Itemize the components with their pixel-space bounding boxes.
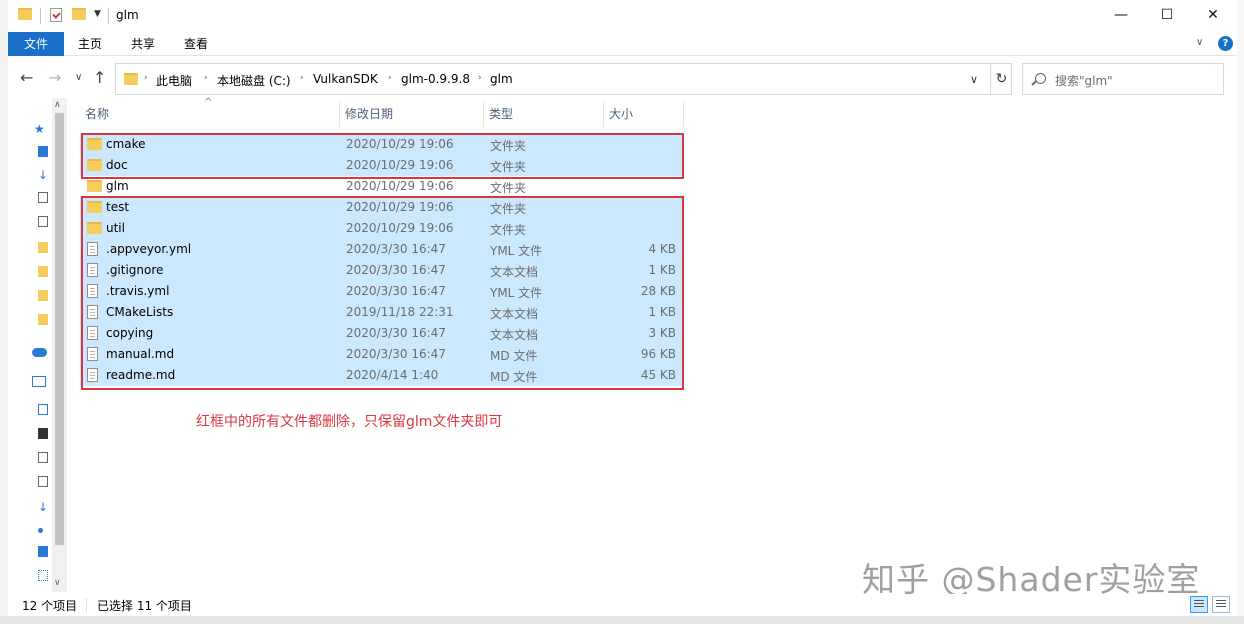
- refresh-icon[interactable]: ↻: [990, 64, 1012, 94]
- large-icons-view-icon[interactable]: [1212, 596, 1230, 613]
- tab-share[interactable]: 共享: [117, 32, 169, 56]
- file-name: glm: [106, 179, 129, 193]
- pictures-icon[interactable]: [38, 452, 48, 463]
- folder-icon[interactable]: [38, 290, 48, 301]
- breadcrumb-glm-version[interactable]: glm-0.9.9.8: [401, 72, 470, 86]
- breadcrumb-local-disk[interactable]: 本地磁盘 (C:): [217, 72, 291, 89]
- maximize-button[interactable]: ☐: [1144, 0, 1190, 30]
- tab-view[interactable]: 查看: [170, 32, 222, 56]
- breadcrumb-chevron-icon[interactable]: ›: [204, 73, 208, 83]
- folder-icon: [87, 180, 102, 192]
- details-view-icon[interactable]: [1190, 596, 1208, 613]
- file-row-glm[interactable]: glm 2020/10/29 19:06 文件夹: [80, 176, 682, 197]
- properties-icon[interactable]: [50, 8, 64, 22]
- breadcrumb-glm[interactable]: glm: [490, 72, 513, 86]
- file-date: 2020/10/29 19:06: [346, 179, 454, 193]
- local-disk-icon[interactable]: [38, 570, 48, 581]
- 3d-objects-icon[interactable]: [38, 404, 48, 415]
- file-type: 文件夹: [490, 181, 527, 195]
- toolbar-separator: [40, 8, 41, 24]
- title-bar: ▼ glm — ☐ ✕: [8, 0, 1244, 32]
- scrollbar-thumb[interactable]: [55, 113, 64, 545]
- minimize-button[interactable]: —: [1098, 0, 1144, 30]
- column-header-date[interactable]: 修改日期: [340, 101, 484, 127]
- expand-ribbon-icon[interactable]: ∨: [1196, 37, 1203, 48]
- search-box[interactable]: 搜索"glm": [1022, 63, 1224, 95]
- column-header-size[interactable]: 大小: [604, 101, 684, 127]
- red-highlight-box: [81, 196, 684, 390]
- window-title: glm: [116, 8, 139, 22]
- close-button[interactable]: ✕: [1190, 0, 1236, 30]
- annotation-note: 红框中的所有文件都删除，只保留glm文件夹即可: [196, 414, 503, 430]
- breadcrumb-chevron-icon[interactable]: ›: [478, 73, 482, 83]
- navigation-pane-scrollbar[interactable]: ∧ ∨: [52, 98, 67, 592]
- documents-icon[interactable]: [38, 476, 48, 487]
- new-folder-icon[interactable]: [72, 8, 86, 22]
- quick-access-star-icon[interactable]: ★: [34, 122, 45, 136]
- column-header-row: ^ 名称 修改日期 类型 大小: [80, 97, 684, 127]
- red-highlight-box: [81, 133, 684, 179]
- toolbar-separator: [108, 8, 109, 24]
- item-count: 12 个项目: [22, 599, 78, 613]
- documents-icon[interactable]: [38, 192, 48, 203]
- help-icon[interactable]: ?: [1218, 36, 1233, 51]
- tab-file[interactable]: 文件: [8, 32, 64, 56]
- folder-icon[interactable]: [38, 266, 48, 277]
- folder-icon: [18, 8, 32, 22]
- scroll-up-icon[interactable]: ∧: [54, 100, 61, 110]
- ribbon-tabs: 文件 主页 共享 查看 ∨ ?: [8, 32, 1244, 56]
- breadcrumb-vulkansdk[interactable]: VulkanSDK: [313, 72, 378, 86]
- desktop-icon[interactable]: [38, 146, 48, 157]
- bottom-edge: [0, 616, 1244, 624]
- music-icon[interactable]: [38, 528, 43, 533]
- navigation-pane: ★ ↓ ↓ ∧ ∨: [8, 98, 67, 592]
- folder-icon: [124, 73, 138, 85]
- breadcrumb-chevron-icon[interactable]: ›: [388, 73, 392, 83]
- column-header-name[interactable]: 名称: [80, 101, 340, 127]
- recent-locations-chevron-icon[interactable]: ∨: [75, 72, 82, 83]
- left-edge: [0, 0, 8, 624]
- right-edge: [1237, 0, 1244, 624]
- back-arrow-icon[interactable]: ←: [20, 68, 33, 87]
- breadcrumb-this-pc[interactable]: 此电脑: [156, 72, 192, 89]
- breadcrumb-chevron-icon[interactable]: ›: [144, 73, 148, 83]
- breadcrumb-chevron-icon[interactable]: ›: [300, 73, 304, 83]
- folder-icon[interactable]: [38, 314, 48, 325]
- navigation-bar: ← → ∨ ↑ › 此电脑 › 本地磁盘 (C:) › VulkanSDK › …: [8, 60, 1244, 98]
- tab-home[interactable]: 主页: [64, 32, 116, 56]
- up-arrow-icon[interactable]: ↑: [93, 68, 106, 87]
- onedrive-icon[interactable]: [32, 348, 47, 357]
- quick-access-dropdown-icon[interactable]: ▼: [94, 9, 101, 19]
- videos-icon[interactable]: [38, 428, 48, 439]
- search-placeholder: 搜索"glm": [1055, 74, 1113, 88]
- address-dropdown-icon[interactable]: ∨: [964, 70, 984, 90]
- status-separator: [86, 598, 87, 612]
- scroll-down-icon[interactable]: ∨: [54, 578, 61, 588]
- address-bar[interactable]: › 此电脑 › 本地磁盘 (C:) › VulkanSDK › glm-0.9.…: [115, 63, 1012, 95]
- pictures-icon[interactable]: [38, 216, 48, 227]
- forward-arrow-icon[interactable]: →: [48, 68, 61, 87]
- downloads-icon[interactable]: ↓: [38, 168, 48, 182]
- status-bar: 12 个项目 已选择 11 个项目: [8, 594, 1244, 616]
- column-header-type[interactable]: 类型: [484, 101, 604, 127]
- search-icon: [1035, 73, 1046, 84]
- folder-icon[interactable]: [38, 242, 48, 253]
- selected-count: 已选择 11 个项目: [97, 599, 192, 613]
- this-pc-icon[interactable]: [32, 376, 46, 387]
- desktop-icon[interactable]: [38, 546, 48, 557]
- downloads-icon[interactable]: ↓: [38, 500, 48, 514]
